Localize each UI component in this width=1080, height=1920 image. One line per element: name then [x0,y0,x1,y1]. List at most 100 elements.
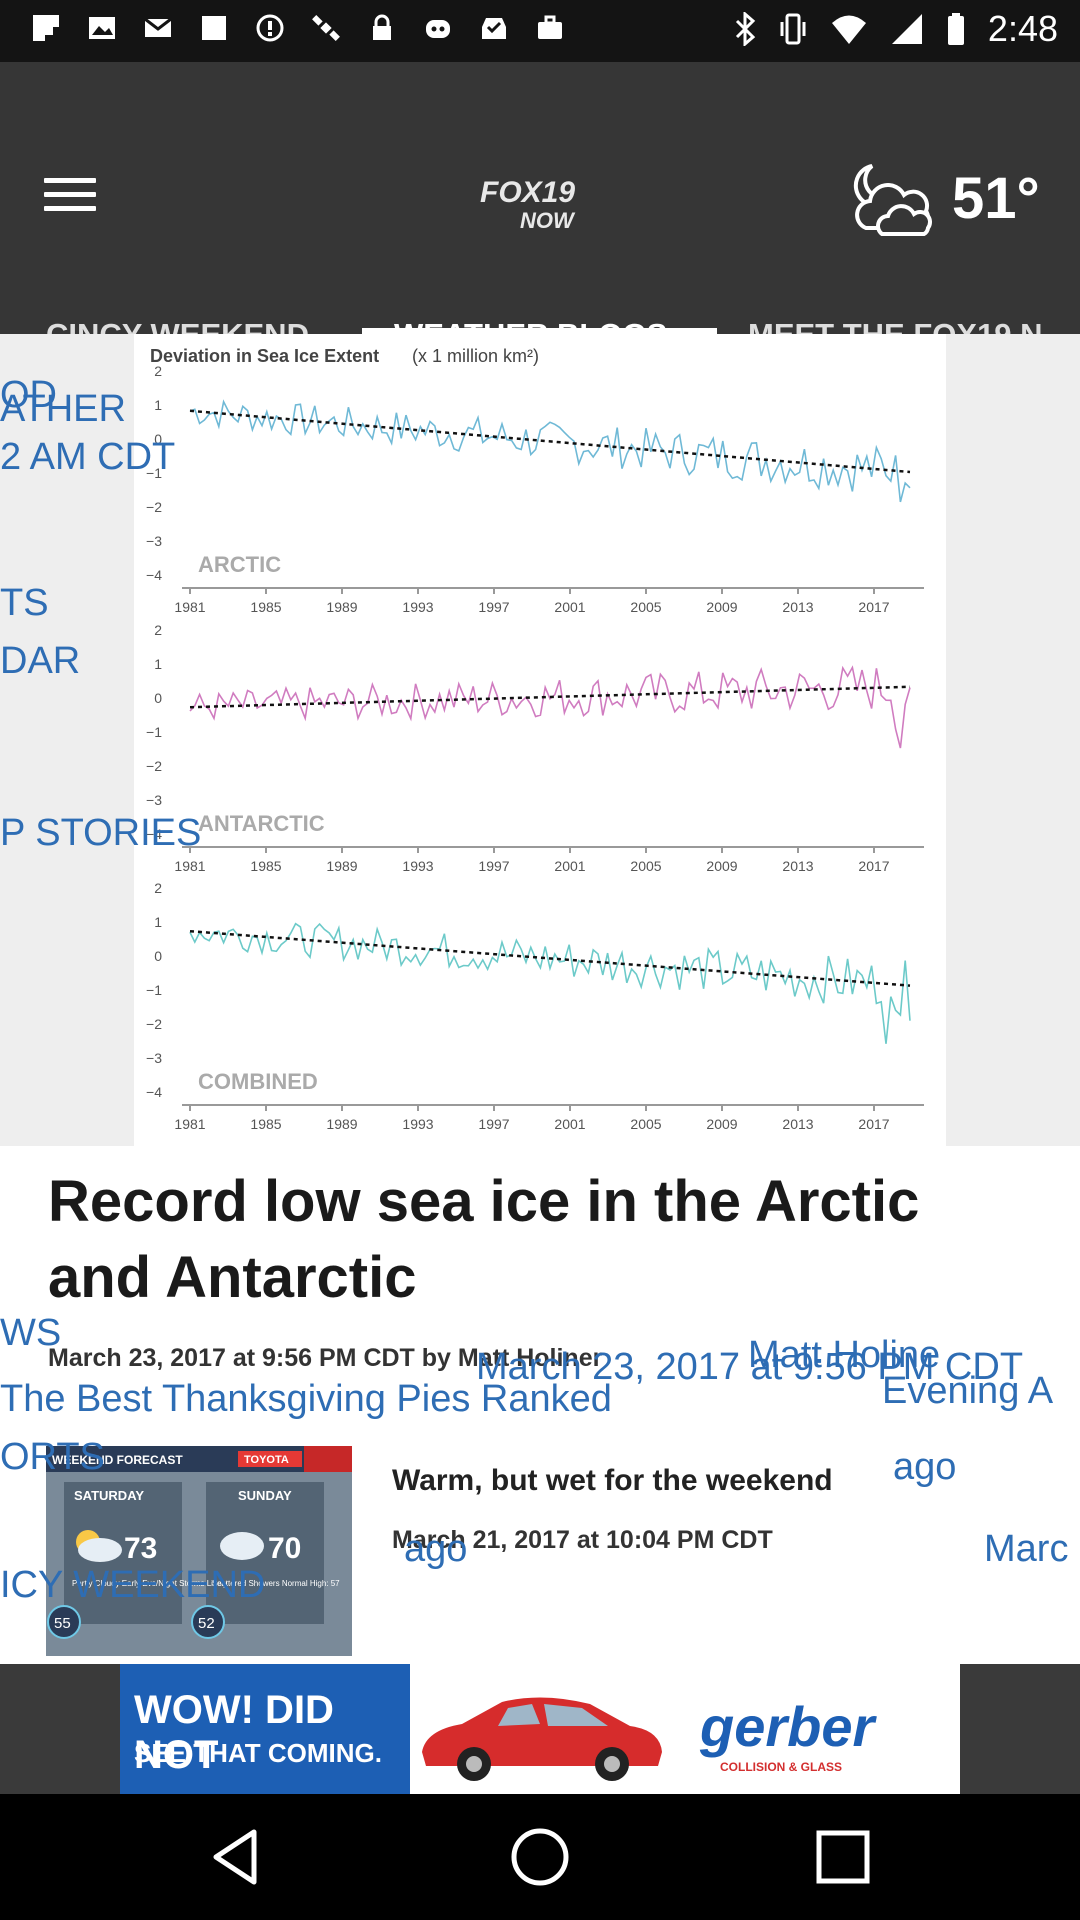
y-tick-label: 1 [154,656,162,672]
satellite-icon [308,10,344,46]
menu-button[interactable] [44,178,96,218]
x-tick-label: 2017 [858,1116,889,1132]
x-tick-label: 2017 [858,599,889,615]
y-tick-label: 1 [154,914,162,930]
x-tick-label: 1993 [402,858,433,874]
notification-icons [28,10,568,46]
x-tick-label: 1981 [174,599,205,615]
x-tick-label: 2005 [630,1116,661,1132]
ad-tagline-block: WOW! DID NOT SEE THAT COMING. [120,1664,410,1794]
x-tick-label: 2009 [706,1116,737,1132]
system-status: 2:48 [734,8,1058,50]
svg-text:52: 52 [198,1615,215,1632]
lock-icon [364,10,400,46]
overlay-text: 2 AM CDT [0,436,176,478]
overlay-text: ICY WEEKEND [0,1564,266,1606]
y-tick-label: −3 [146,533,162,549]
x-tick-label: 1989 [326,858,357,874]
flipboard-icon [28,10,64,46]
inbox-icon [476,10,512,46]
square-icon [196,10,232,46]
wifi-icon [831,15,866,44]
y-tick-label: 1 [154,397,162,413]
hamburger-icon [44,178,96,183]
series-line [189,922,911,1044]
fox19-logo[interactable]: FOX19 NOW [474,166,594,236]
y-tick-label: −3 [146,792,162,808]
battery-icon [947,13,964,45]
bot-icon [420,10,456,46]
current-temperature: 51° [952,165,1040,231]
ad-brand: gerber [700,1695,875,1758]
overlay-text: WS [0,1312,62,1354]
overlay-text: Marc [984,1528,1069,1570]
x-tick-label: 2009 [706,858,737,874]
panel-label: ANTARCTIC [198,811,325,836]
svg-text:FOX19: FOX19 [480,176,575,209]
panel-label: ARCTIC [198,552,281,577]
y-tick-label: 2 [154,622,162,638]
svg-text:NOW: NOW [520,208,576,233]
y-tick-label: −4 [146,1084,162,1100]
sea-ice-chart: Deviation in Sea Ice Extent (x 1 million… [134,334,946,1146]
x-tick-label: 2001 [554,1116,585,1132]
clock: 2:48 [987,8,1058,49]
x-tick-label: 1989 [326,599,357,615]
ad-banner-container: WOW! DID NOT SEE THAT COMING. gerber COL… [0,1664,1080,1794]
series-line [189,399,911,503]
overlay-text: ago [893,1446,957,1488]
x-tick-label: 1997 [478,1116,509,1132]
x-tick-label: 1993 [402,1116,433,1132]
partly-cloudy-night-icon [853,164,932,236]
related-article-title[interactable]: Warm, but wet for the weekend [392,1464,833,1498]
trend-line [189,685,911,709]
x-tick-label: 1985 [250,858,281,874]
y-tick-label: −2 [146,1016,162,1032]
svg-text:55: 55 [54,1615,71,1632]
svg-text:TOYOTA: TOYOTA [244,1454,289,1466]
x-tick-label: 1997 [478,858,509,874]
overlay-text: TS [0,582,49,624]
x-tick-label: 1997 [478,599,509,615]
x-tick-label: 2013 [782,599,813,615]
image-icon [84,10,120,46]
ad-banner[interactable]: WOW! DID NOT SEE THAT COMING. gerber COL… [120,1664,960,1794]
overlay-text: ORTS [0,1436,105,1478]
y-tick-label: −3 [146,1050,162,1066]
y-tick-label: −1 [146,982,162,998]
briefcase-icon [532,10,568,46]
x-tick-label: 2005 [630,599,661,615]
back-icon[interactable] [204,1824,270,1890]
panel-label: COMBINED [198,1069,318,1094]
x-tick-label: 2001 [554,599,585,615]
y-tick-label: −2 [146,758,162,774]
y-tick-label: −1 [146,724,162,740]
article-card: Record low sea ice in the Arctic and Ant… [0,1146,1080,1664]
vibrate-icon [780,13,806,45]
home-icon[interactable] [507,1824,573,1890]
overlay-text: ATHER [0,388,126,430]
alert-icon [252,10,288,46]
overlay-text: DAR [0,640,81,682]
x-tick-label: 2005 [630,858,661,874]
car-image [422,1697,662,1781]
x-tick-label: 2017 [858,858,889,874]
overlay-text: P STORIES [0,812,202,854]
svg-text:70: 70 [268,1532,301,1565]
x-tick-label: 1985 [250,1116,281,1132]
x-tick-label: 1989 [326,1116,357,1132]
app-header: FOX19 NOW 51° CINCY WEEKEND WEATHER BLOG… [0,62,1080,352]
x-tick-label: 1981 [174,858,205,874]
status-bar: 2:48 [0,0,1080,62]
overlay-text: ago [404,1528,468,1570]
recents-icon[interactable] [810,1824,876,1890]
gmail-icon [140,10,176,46]
y-tick-label: 2 [154,363,162,379]
series-line [189,665,911,749]
article-headline[interactable]: Record low sea ice in the Arctic and Ant… [48,1164,1028,1316]
signal-icon [891,14,922,44]
y-tick-label: −4 [146,567,162,583]
svg-text:SUNDAY: SUNDAY [238,1488,292,1503]
weather-widget[interactable]: 51° [842,158,1040,238]
x-tick-label: 1993 [402,599,433,615]
